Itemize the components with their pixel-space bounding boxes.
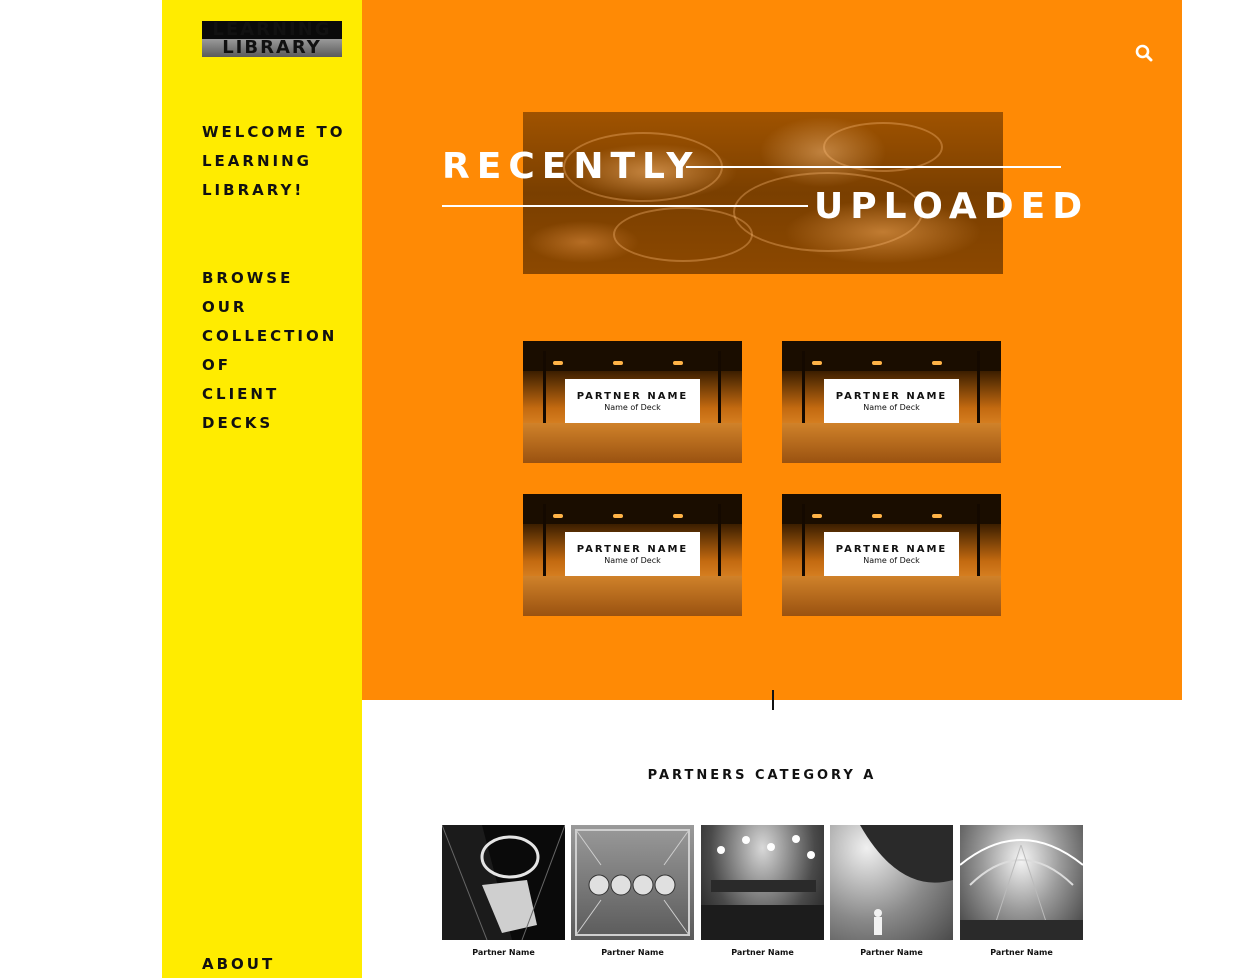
browse-line: BROWSE (202, 269, 294, 287)
card-deck-name: Name of Deck (863, 556, 920, 565)
partner-thumbnail[interactable] (960, 825, 1083, 940)
partners-category-title: PARTNERS CATEGORY A (647, 768, 877, 783)
learning-library-logo[interactable]: LEARNING LIBRARY (202, 20, 342, 57)
recent-deck-card[interactable]: PARTNER NAME Name of Deck (782, 494, 1001, 616)
welcome-heading: WELCOME TO LEARNING LIBRARY! (202, 118, 346, 205)
card-label: PARTNER NAME Name of Deck (565, 532, 700, 576)
partner-name-label: Partner Name (601, 948, 664, 957)
partner-name-label: Partner Name (990, 948, 1053, 957)
partner-name-label: Partner Name (731, 948, 794, 957)
browse-line: OUR (202, 298, 248, 316)
logo-text-line2: LIBRARY (202, 39, 342, 57)
browse-line: CLIENT (202, 385, 280, 403)
hero-title-uploaded: UPLOADED (814, 186, 1090, 227)
card-deck-name: Name of Deck (604, 403, 661, 412)
card-label: PARTNER NAME Name of Deck (565, 379, 700, 423)
card-partner-name: PARTNER NAME (835, 544, 948, 555)
recent-deck-card[interactable]: PARTNER NAME Name of Deck (523, 341, 742, 463)
scroll-indicator (772, 690, 774, 710)
search-icon[interactable] (1135, 44, 1153, 62)
card-partner-name: PARTNER NAME (576, 391, 689, 402)
partner-thumbnail[interactable] (442, 825, 565, 940)
card-deck-name: Name of Deck (863, 403, 920, 412)
browse-line: OF (202, 356, 231, 374)
browse-line: COLLECTION (202, 327, 338, 345)
card-label: PARTNER NAME Name of Deck (824, 379, 959, 423)
partner-thumbnail[interactable] (571, 825, 694, 940)
title-rule-top (686, 166, 1061, 168)
about-link[interactable]: ABOUT (202, 952, 275, 976)
hero-title-recently: RECENTLY (442, 146, 700, 187)
welcome-line: LIBRARY! (202, 181, 305, 199)
partner-name-label: Partner Name (860, 948, 923, 957)
card-label: PARTNER NAME Name of Deck (824, 532, 959, 576)
welcome-line: LEARNING (202, 152, 312, 170)
card-partner-name: PARTNER NAME (576, 544, 689, 555)
sidebar: LEARNING LIBRARY WELCOME TO LEARNING LIB… (162, 0, 362, 978)
recent-deck-card[interactable]: PARTNER NAME Name of Deck (523, 494, 742, 616)
partner-name-label: Partner Name (472, 948, 535, 957)
browse-line: DECKS (202, 414, 274, 432)
title-rule-bottom (442, 205, 808, 207)
card-partner-name: PARTNER NAME (835, 391, 948, 402)
partner-thumbnail[interactable] (701, 825, 824, 940)
browse-collection-link[interactable]: BROWSE OUR COLLECTION OF CLIENT DECKS (202, 264, 337, 438)
card-deck-name: Name of Deck (604, 556, 661, 565)
partner-thumbnail[interactable] (830, 825, 953, 940)
recent-deck-card[interactable]: PARTNER NAME Name of Deck (782, 341, 1001, 463)
hero-section: RECENTLY UPLOADED PARTNER NAME Name of D… (362, 0, 1182, 700)
welcome-line: WELCOME TO (202, 123, 346, 141)
